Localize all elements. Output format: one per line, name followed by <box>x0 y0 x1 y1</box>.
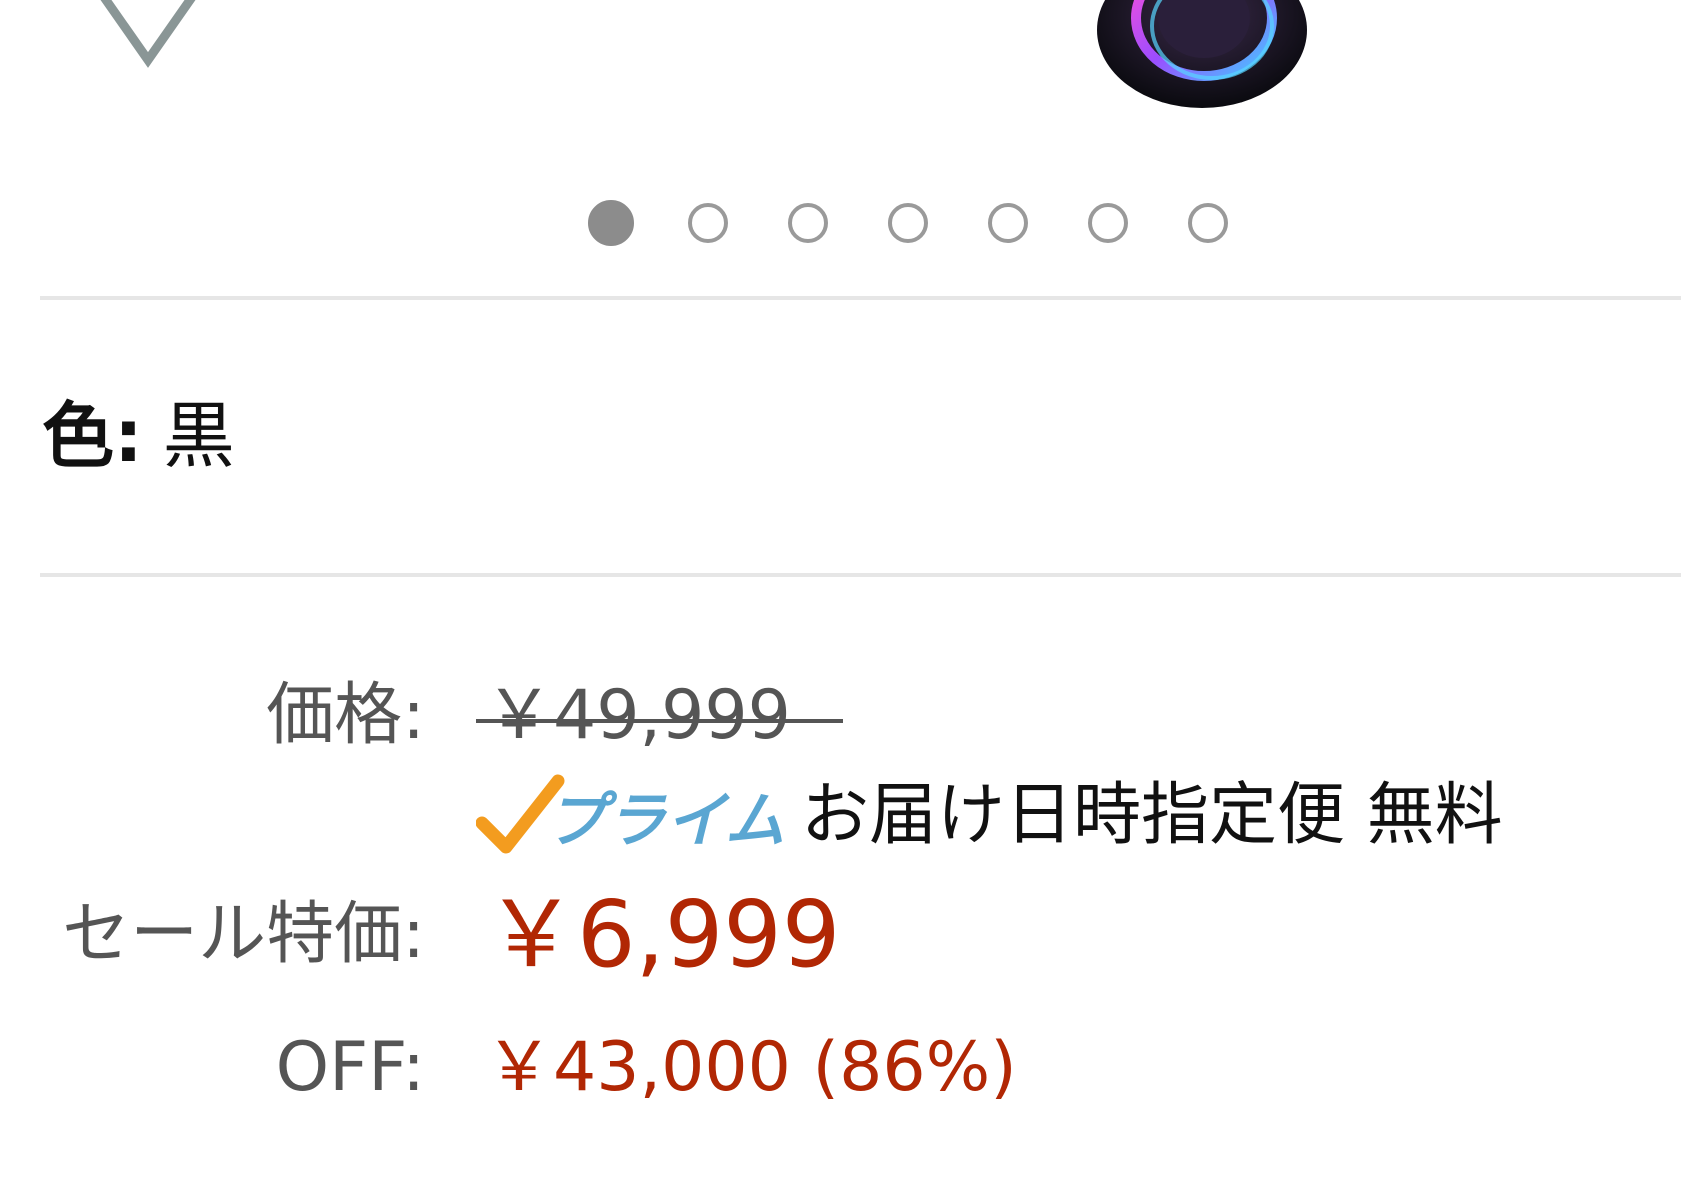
discount-label: OFF: <box>275 1028 425 1107</box>
color-value: 黒 <box>162 394 235 478</box>
color-label: 色: <box>42 394 143 478</box>
prime-delivery-row: プライム お届け日時指定便 無料 <box>476 766 1503 866</box>
carousel-dot-5[interactable] <box>988 203 1028 243</box>
list-price-strikethrough <box>476 719 843 723</box>
prime-logo: プライム <box>476 771 785 861</box>
divider <box>40 573 1681 577</box>
image-carousel-indicator <box>588 200 1228 246</box>
list-price: ￥49,999 <box>485 676 791 755</box>
sale-price-label: セール特価: <box>62 895 425 974</box>
prime-logo-text: プライム <box>546 786 785 856</box>
carousel-dot-6[interactable] <box>1088 203 1128 243</box>
product-image[interactable] <box>1092 0 1312 110</box>
discount-value: ￥43,000 (86%) <box>485 1028 1017 1107</box>
sale-price: ￥6,999 <box>485 881 841 988</box>
carousel-dot-1[interactable] <box>588 200 634 246</box>
wishlist-heart-icon[interactable] <box>84 0 212 70</box>
delivery-info: お届け日時指定便 無料 <box>801 776 1503 855</box>
list-price-label: 価格: <box>266 676 425 755</box>
color-variation-row[interactable]: 色: 黒 <box>42 396 235 476</box>
carousel-dot-4[interactable] <box>888 203 928 243</box>
carousel-dot-7[interactable] <box>1188 203 1228 243</box>
carousel-dot-2[interactable] <box>688 203 728 243</box>
carousel-dot-3[interactable] <box>788 203 828 243</box>
divider <box>40 296 1681 300</box>
